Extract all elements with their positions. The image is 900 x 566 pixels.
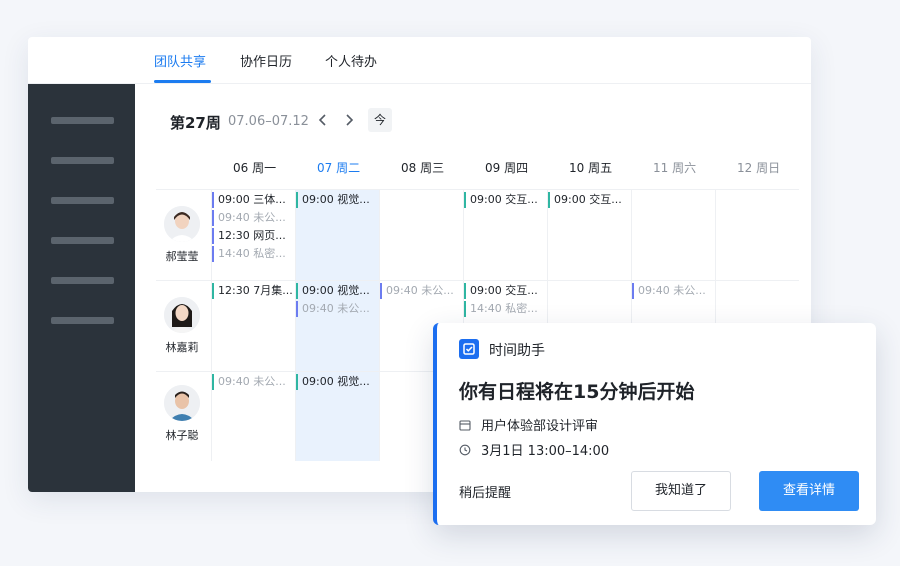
row-divider xyxy=(156,280,799,281)
day-header-09: 09 周四 xyxy=(485,161,529,175)
popup-title: 你有日程将在15分钟后开始 xyxy=(459,381,695,403)
event-chip[interactable]: 09:40 未公... xyxy=(212,374,294,390)
person-name: 林子聪 xyxy=(165,429,199,442)
sidebar xyxy=(28,84,135,492)
person-name: 林嘉莉 xyxy=(165,341,199,354)
day-header-07: 07 周二 xyxy=(317,161,361,175)
tab-personal-todo[interactable]: 个人待办 xyxy=(325,51,377,70)
chevron-left-icon xyxy=(318,114,326,126)
sidebar-item-6[interactable] xyxy=(51,317,114,324)
event-chip[interactable]: 09:00 交互... xyxy=(464,192,546,208)
sidebar-item-3[interactable] xyxy=(51,197,114,204)
avatar xyxy=(164,297,200,333)
column-divider xyxy=(295,189,296,461)
next-week-button[interactable] xyxy=(340,109,358,131)
person-name: 郝莹莹 xyxy=(165,250,199,263)
sidebar-item-4[interactable] xyxy=(51,237,114,244)
event-chip[interactable]: 14:40 私密... xyxy=(464,301,546,317)
event-chip[interactable]: 09:00 交互... xyxy=(464,283,546,299)
chevron-right-icon xyxy=(346,114,354,126)
day-header-06: 06 周一 xyxy=(233,161,277,175)
week-range: 07.06–07.12 xyxy=(228,114,309,129)
sidebar-item-5[interactable] xyxy=(51,277,114,284)
day-header-12: 12 周日 xyxy=(737,161,781,175)
person-row-header[interactable]: 林子聪 xyxy=(154,385,210,443)
week-title: 第27周 xyxy=(170,114,221,132)
event-chip[interactable]: 09:00 交互... xyxy=(548,192,630,208)
event-chip[interactable]: 12:30 7月集... xyxy=(212,283,294,299)
event-chip[interactable]: 09:00 视觉... xyxy=(296,283,378,299)
day-header-08: 08 周三 xyxy=(401,161,445,175)
view-details-button[interactable]: 查看详情 xyxy=(759,471,859,511)
clock-icon xyxy=(459,444,471,456)
popup-event-name: 用户体验部设计评审 xyxy=(481,419,599,434)
row-divider xyxy=(156,189,799,190)
today-button[interactable]: 今 xyxy=(368,108,392,132)
sidebar-item-1[interactable] xyxy=(51,117,114,124)
avatar xyxy=(164,385,200,421)
person-row-header[interactable]: 林嘉莉 xyxy=(154,297,210,355)
event-chip[interactable]: 09:40 未公... xyxy=(632,283,714,299)
sidebar-item-2[interactable] xyxy=(51,157,114,164)
prev-week-button[interactable] xyxy=(314,109,332,131)
popup-time-row: 3月1日 13:00–14:00 xyxy=(459,440,609,459)
calendar-icon xyxy=(459,420,471,431)
event-chip[interactable]: 09:00 视觉... xyxy=(296,374,378,390)
person-row-header[interactable]: 郝莹莹 xyxy=(154,206,210,264)
event-chip[interactable]: 12:30 网页... xyxy=(212,228,294,244)
snooze-button[interactable]: 稍后提醒 xyxy=(459,482,511,501)
event-chip[interactable]: 09:40 未公... xyxy=(212,210,294,226)
popup-event-time: 3月1日 13:00–14:00 xyxy=(481,444,610,459)
acknowledge-button[interactable]: 我知道了 xyxy=(631,471,731,511)
check-calendar-icon xyxy=(459,339,479,359)
tab-team-shared[interactable]: 团队共享 xyxy=(154,51,206,70)
popup-app-name: 时间助手 xyxy=(489,343,545,359)
column-divider xyxy=(379,189,380,461)
event-chip[interactable]: 09:40 未公... xyxy=(380,283,462,299)
avatar xyxy=(164,206,200,242)
tab-collab-calendar[interactable]: 协作日历 xyxy=(240,51,292,70)
day-header-10: 10 周五 xyxy=(569,161,613,175)
event-chip[interactable]: 09:00 三体... xyxy=(212,192,294,208)
popup-event-row: 用户体验部设计评审 xyxy=(459,415,598,434)
event-chip[interactable]: 09:40 未公... xyxy=(296,301,378,317)
active-tab-indicator xyxy=(154,80,211,83)
today-column-highlight xyxy=(295,189,379,461)
reminder-popup: 时间助手 你有日程将在15分钟后开始 用户体验部设计评审 3月1日 13:00–… xyxy=(433,323,876,525)
event-chip[interactable]: 14:40 私密... xyxy=(212,246,294,262)
top-tab-bar: 团队共享 协作日历 个人待办 xyxy=(28,37,811,84)
event-chip[interactable]: 09:00 视觉... xyxy=(296,192,378,208)
day-header-11: 11 周六 xyxy=(653,161,697,175)
